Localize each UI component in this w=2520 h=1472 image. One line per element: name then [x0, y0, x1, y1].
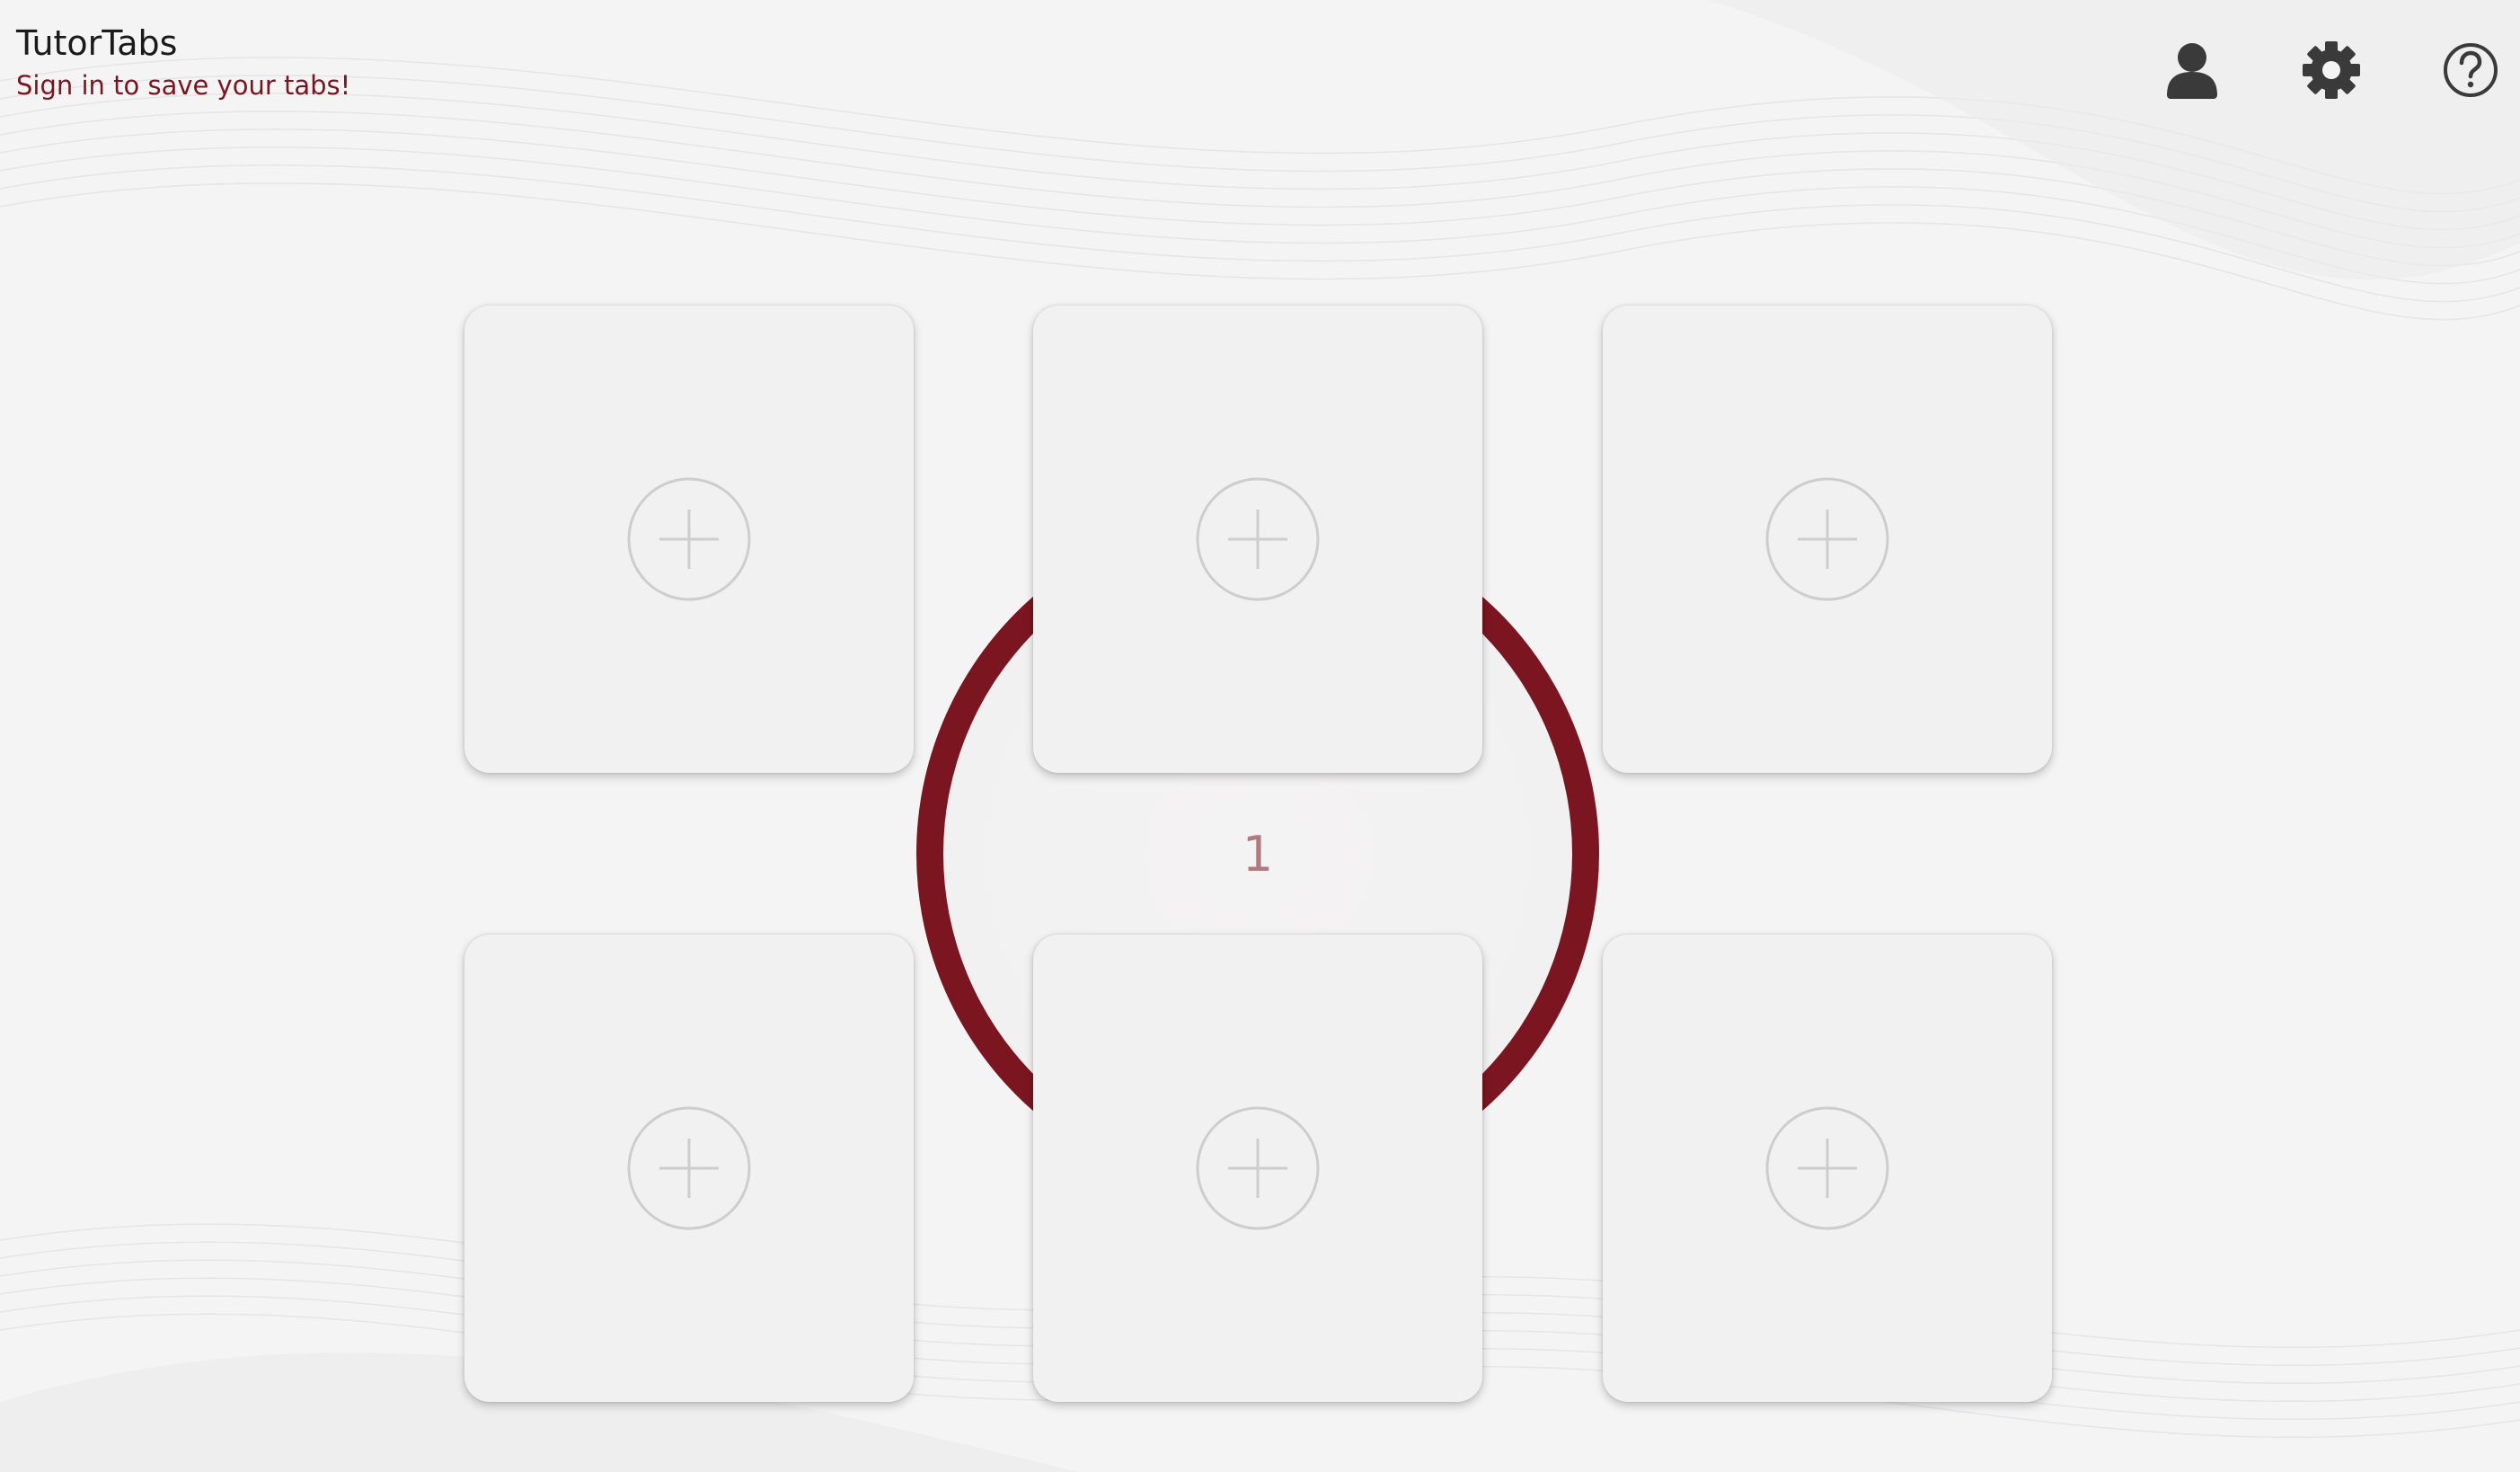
top-toolbar: [0, 36, 2520, 108]
tab-slot-1[interactable]: [464, 306, 914, 773]
user-icon: [2167, 43, 2217, 99]
plus-circle-icon: [1765, 1106, 1889, 1230]
plus-circle-icon: [1765, 477, 1889, 601]
help-icon: [2444, 43, 2498, 97]
gear-icon: [2303, 41, 2360, 99]
tab-slot-3[interactable]: [1603, 306, 2052, 773]
plus-circle-icon: [1196, 1106, 1320, 1230]
tab-slot-4[interactable]: [464, 935, 914, 1402]
settings-button[interactable]: [2297, 36, 2365, 104]
help-button[interactable]: [2436, 36, 2505, 104]
tab-slot-6[interactable]: [1603, 935, 2052, 1402]
plus-circle-icon: [1196, 477, 1320, 601]
plus-circle-icon: [627, 1106, 751, 1230]
tab-slot-5[interactable]: [1033, 935, 1482, 1402]
plus-circle-icon: [627, 477, 751, 601]
tab-slot-2[interactable]: [1033, 306, 1482, 773]
user-button[interactable]: [2158, 36, 2226, 104]
